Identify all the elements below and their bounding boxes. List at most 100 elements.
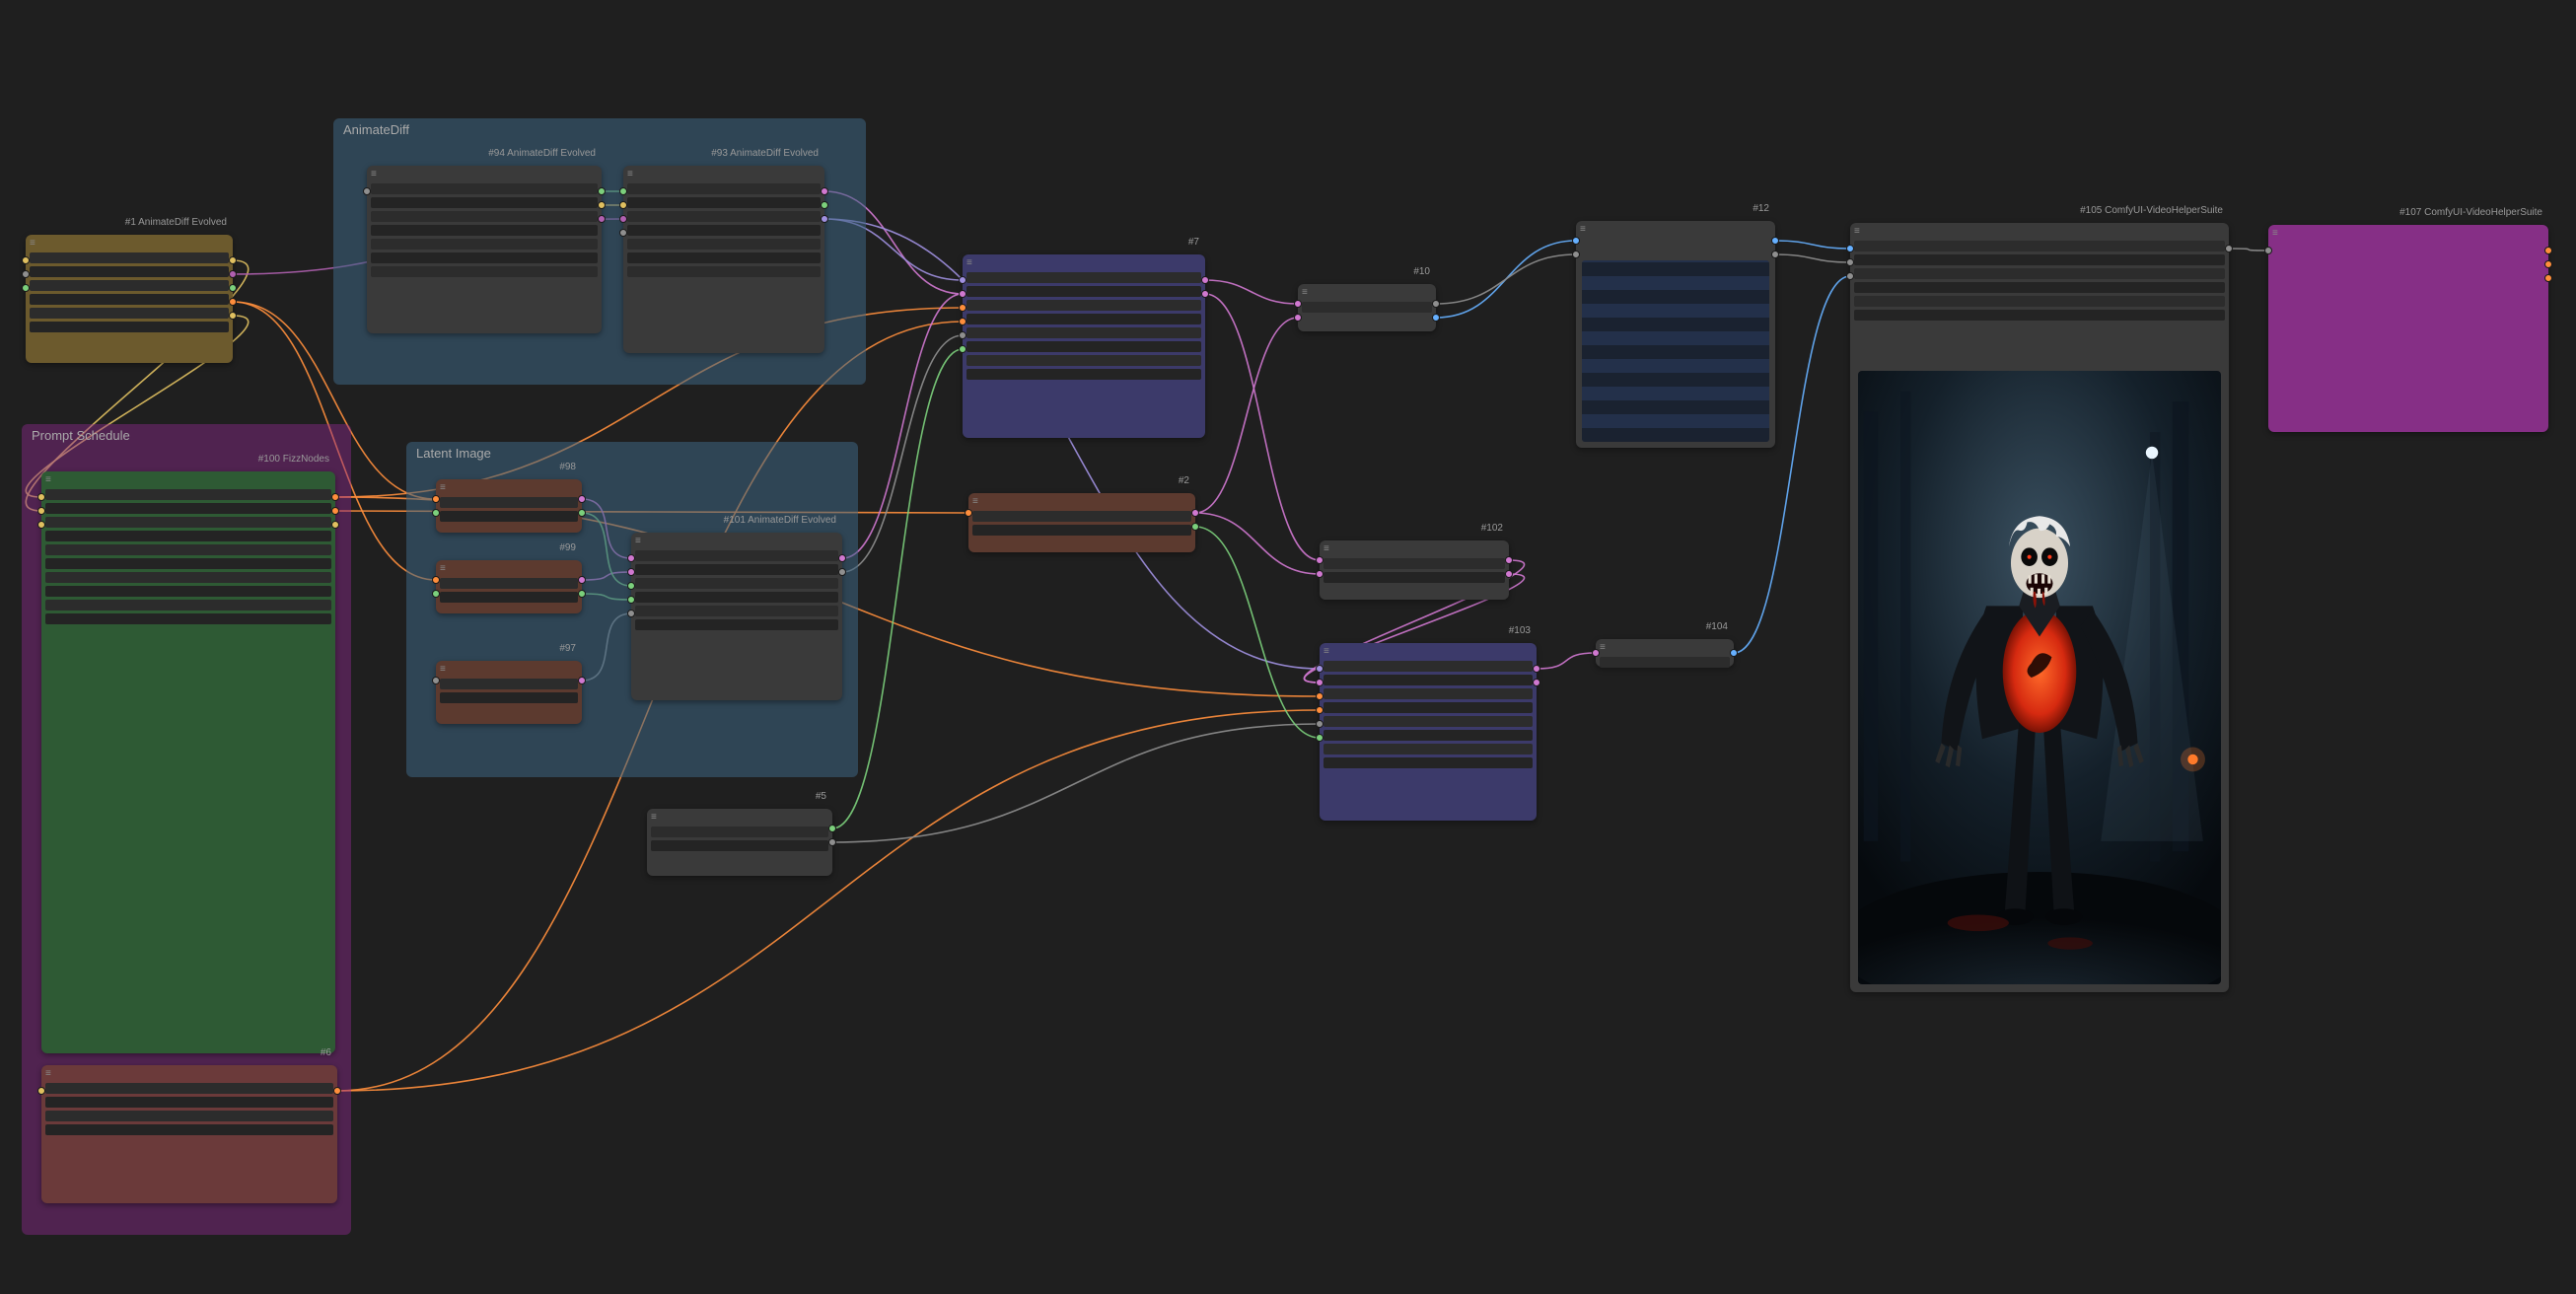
node-n5[interactable]: #5≡ [647,809,832,876]
port-right[interactable] [2544,274,2552,282]
port-left[interactable] [37,507,45,515]
collapse-icon[interactable]: ≡ [45,475,55,485]
port-right[interactable] [331,521,339,529]
port-left[interactable] [1572,251,1580,258]
port-left[interactable] [1316,665,1324,673]
port-right[interactable] [1191,509,1199,517]
port-left[interactable] [432,576,440,584]
node-n93[interactable]: #93 AnimateDiff Evolved≡ [623,166,824,353]
node-field[interactable] [966,341,1201,352]
node-field[interactable] [371,266,598,277]
node-field[interactable] [651,840,828,851]
node-field[interactable] [1302,302,1432,313]
port-right[interactable] [1730,649,1738,657]
port-right[interactable] [1533,679,1540,686]
collapse-icon[interactable]: ≡ [1324,544,1333,554]
port-right[interactable] [838,568,846,576]
port-left[interactable] [1316,570,1324,578]
port-left[interactable] [1846,245,1854,252]
node-field[interactable] [635,606,838,616]
node-field[interactable] [966,369,1201,380]
port-right[interactable] [229,312,237,320]
node-field[interactable] [1324,675,1533,685]
node-field[interactable] [45,531,331,541]
port-right[interactable] [838,554,846,562]
node-n105[interactable]: #105 ComfyUI-VideoHelperSuite≡ [1850,223,2229,992]
node-field[interactable] [440,578,578,589]
node-field[interactable] [45,489,331,500]
node-field[interactable] [635,592,838,603]
node-field[interactable] [440,692,578,703]
port-right[interactable] [229,298,237,306]
node-field[interactable] [371,225,598,236]
collapse-icon[interactable]: ≡ [2272,229,2282,239]
node-n12[interactable]: #12≡ [1576,221,1775,448]
port-left[interactable] [627,610,635,617]
node-field[interactable] [1324,558,1505,569]
port-right[interactable] [229,284,237,292]
port-right[interactable] [1771,251,1779,258]
node-field[interactable] [627,266,821,277]
node-field[interactable] [30,294,229,305]
collapse-icon[interactable]: ≡ [651,813,661,823]
port-left[interactable] [37,1087,45,1095]
port-left[interactable] [22,284,30,292]
node-field[interactable] [966,355,1201,366]
node-n6[interactable]: #6≡ [41,1065,337,1203]
node-field[interactable] [966,327,1201,338]
node-field[interactable] [45,600,331,611]
collapse-icon[interactable]: ≡ [1580,225,1590,235]
node-n94[interactable]: #94 AnimateDiff Evolved≡ [367,166,602,333]
port-right[interactable] [598,187,606,195]
port-right[interactable] [821,215,828,223]
node-n101[interactable]: #101 AnimateDiff Evolved≡ [631,533,842,700]
node-field[interactable] [45,558,331,569]
port-left[interactable] [1572,237,1580,245]
node-n98[interactable]: #98≡ [436,479,582,533]
node-field[interactable] [627,225,821,236]
collapse-icon[interactable]: ≡ [635,537,645,546]
node-n107[interactable]: #107 ComfyUI-VideoHelperSuite≡ [2268,225,2548,432]
port-right[interactable] [1505,570,1513,578]
node-n102[interactable]: #102≡ [1320,540,1509,600]
port-left[interactable] [1316,679,1324,686]
port-right[interactable] [229,256,237,264]
collapse-icon[interactable]: ≡ [1600,643,1610,653]
port-right[interactable] [229,270,237,278]
port-right[interactable] [828,825,836,832]
node-field[interactable] [371,197,598,208]
port-right[interactable] [598,201,606,209]
node-field[interactable] [371,252,598,263]
port-right[interactable] [578,509,586,517]
collapse-icon[interactable]: ≡ [1302,288,1312,298]
collapse-icon[interactable]: ≡ [972,497,982,507]
port-left[interactable] [432,677,440,684]
port-left[interactable] [1316,706,1324,714]
node-field[interactable] [1324,757,1533,768]
node-field[interactable] [45,572,331,583]
port-left[interactable] [1316,556,1324,564]
node-field[interactable] [30,308,229,319]
node-n100[interactable]: #100 FizzNodes≡ [41,471,335,1053]
node-field[interactable] [627,183,821,194]
port-right[interactable] [1771,237,1779,245]
node-n10[interactable]: #10≡ [1298,284,1436,331]
node-field[interactable] [45,503,331,514]
collapse-icon[interactable]: ≡ [371,170,381,180]
port-right[interactable] [1533,665,1540,673]
port-left[interactable] [619,229,627,237]
node-field[interactable] [966,286,1201,297]
port-right[interactable] [578,495,586,503]
port-right[interactable] [333,1087,341,1095]
node-field[interactable] [45,517,331,528]
node-field[interactable] [371,211,598,222]
collapse-icon[interactable]: ≡ [627,170,637,180]
node-field[interactable] [1324,716,1533,727]
port-left[interactable] [619,215,627,223]
port-right[interactable] [1201,276,1209,284]
node-field[interactable] [45,544,331,555]
port-right[interactable] [2544,260,2552,268]
node-field[interactable] [635,550,838,561]
node-field[interactable] [1854,241,2225,252]
node-field[interactable] [440,592,578,603]
